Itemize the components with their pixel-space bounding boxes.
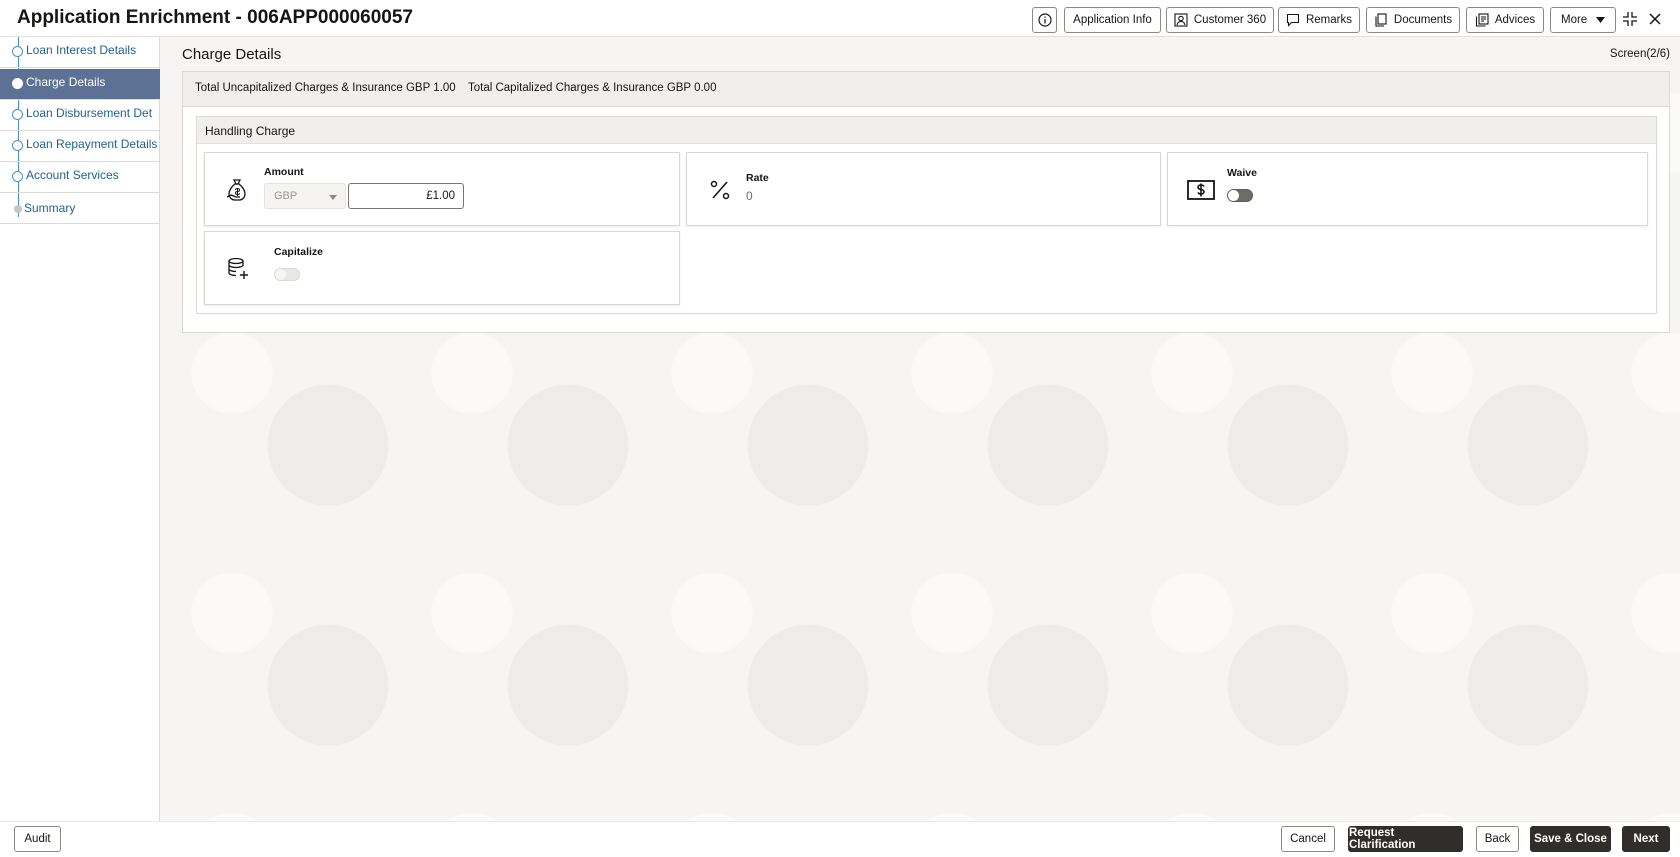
sidebar-item-label: Loan Interest Details [26,43,137,57]
save-close-label: Save & Close [1534,833,1607,845]
capitalized-total: Total Capitalized Charges & Insurance GB… [468,82,716,94]
sidebar-item-label: Account Services [26,168,119,182]
close-button[interactable] [1645,9,1665,29]
request-clarification-button[interactable]: Request Clarification [1348,826,1463,852]
cancel-button[interactable]: Cancel [1281,826,1335,852]
sidebar-item-loan-disbursement-details[interactable]: Loan Disbursement Det [0,100,160,131]
close-icon [1649,13,1661,25]
sidebar-item-charge-details[interactable]: Charge Details [0,69,160,100]
rate-label: Rate [746,172,769,184]
more-dropdown[interactable]: More [1550,7,1616,33]
cancel-label: Cancel [1290,833,1326,845]
app-header: Application Enrichment - 006APP000060057… [0,0,1680,37]
documents-label: Documents [1393,14,1453,26]
database-add-icon [223,254,253,284]
application-info-label: Application Info [1073,14,1152,26]
remarks-button[interactable]: Remarks [1278,7,1360,33]
sidebar-item-summary[interactable]: Summary [0,193,160,224]
chevron-down-icon [329,195,337,200]
capitalized-label: Total Capitalized Charges & Insurance [468,82,664,94]
percent-icon [705,175,735,205]
amount-label: Amount [264,166,304,178]
sidebar-item-label: Loan Disbursement Det [26,106,153,120]
advices-label: Advices [1494,14,1536,26]
app-footer: Audit Cancel Request Clarification Back … [0,821,1680,857]
advices-button[interactable]: Advices [1466,7,1544,33]
comment-icon [1286,13,1300,27]
section-title: Charge Details [182,46,282,63]
train-stop-sidebar: Loan Interest Details Charge Details Loa… [0,37,160,821]
back-label: Back [1484,833,1511,845]
request-clarification-label: Request Clarification [1349,827,1416,851]
documents-icon [1375,13,1387,27]
check-icon [12,109,23,120]
advices-icon [1475,13,1489,27]
currency-value: GBP [274,190,298,202]
capitalize-card: Capitalize [204,231,680,305]
application-info-button[interactable]: Application Info [1064,7,1161,33]
main-content: Charge Details Screen(2/6) Total Uncapit… [160,37,1680,821]
waive-card: Waive [1167,152,1648,226]
money-bag-icon [223,175,253,205]
back-button[interactable]: Back [1476,826,1519,852]
audit-button[interactable]: Audit [14,826,61,852]
toggle-knob [1228,190,1239,201]
fullscreen-button[interactable] [1620,9,1640,29]
capitalized-value: GBP 0.00 [666,82,717,94]
check-icon [12,171,23,182]
waive-toggle[interactable] [1227,189,1253,202]
sidebar-item-loan-repayment-details[interactable]: Loan Repayment Details [0,131,160,162]
sidebar-item-label: Charge Details [26,75,106,89]
check-icon [12,140,23,151]
next-label: Next [1633,833,1659,845]
handling-charge-panel: Handling Charge Amount GBP £1.00 Rate 0 … [196,116,1657,314]
customer-360-button[interactable]: Customer 360 [1166,7,1274,33]
screen-indicator: Screen(2/6) [1609,48,1670,60]
current-step-icon [12,78,23,89]
more-label: More [1561,14,1588,26]
info-icon [1037,13,1052,27]
rate-value: 0 [746,189,753,203]
uncapitalized-total: Total Uncapitalized Charges & Insurance … [195,82,456,94]
charge-details-panel: Total Uncapitalized Charges & Insurance … [182,71,1670,333]
audit-label: Audit [24,833,51,845]
info-button[interactable] [1032,7,1057,33]
toggle-knob [275,269,286,280]
capitalize-toggle[interactable] [274,268,300,281]
documents-button[interactable]: Documents [1366,7,1460,33]
capitalize-label: Capitalize [274,246,324,258]
pending-step-icon [14,205,22,213]
dollar-bill-icon [1186,175,1216,205]
remarks-label: Remarks [1305,14,1352,26]
charge-header: Handling Charge [197,117,1656,144]
collapse-icon [1623,12,1637,26]
customer-icon [1174,13,1188,27]
sidebar-item-label: Loan Repayment Details [26,137,158,151]
next-button[interactable]: Next [1622,826,1670,852]
waive-label: Waive [1227,167,1257,179]
customer-360-label: Customer 360 [1193,14,1267,26]
check-icon [12,46,23,57]
rate-card: Rate 0 [686,152,1161,226]
uncapitalized-label: Total Uncapitalized Charges & Insurance [195,82,403,94]
sidebar-item-account-services[interactable]: Account Services [0,162,160,193]
uncapitalized-value: GBP 1.00 [405,82,456,94]
sidebar-item-loan-interest-details[interactable]: Loan Interest Details [0,37,160,68]
charge-name: Handling Charge [205,124,296,138]
save-close-button[interactable]: Save & Close [1530,826,1611,852]
totals-bar: Total Uncapitalized Charges & Insurance … [183,72,1669,107]
currency-select[interactable]: GBP [264,183,346,209]
caret-down-icon [1596,17,1605,23]
amount-input[interactable]: £1.00 [348,183,464,209]
amount-card: Amount GBP £1.00 [204,152,680,226]
sidebar-item-label: Summary [24,201,76,215]
page-header-title: Application Enrichment - 006APP000060057 [17,7,413,28]
